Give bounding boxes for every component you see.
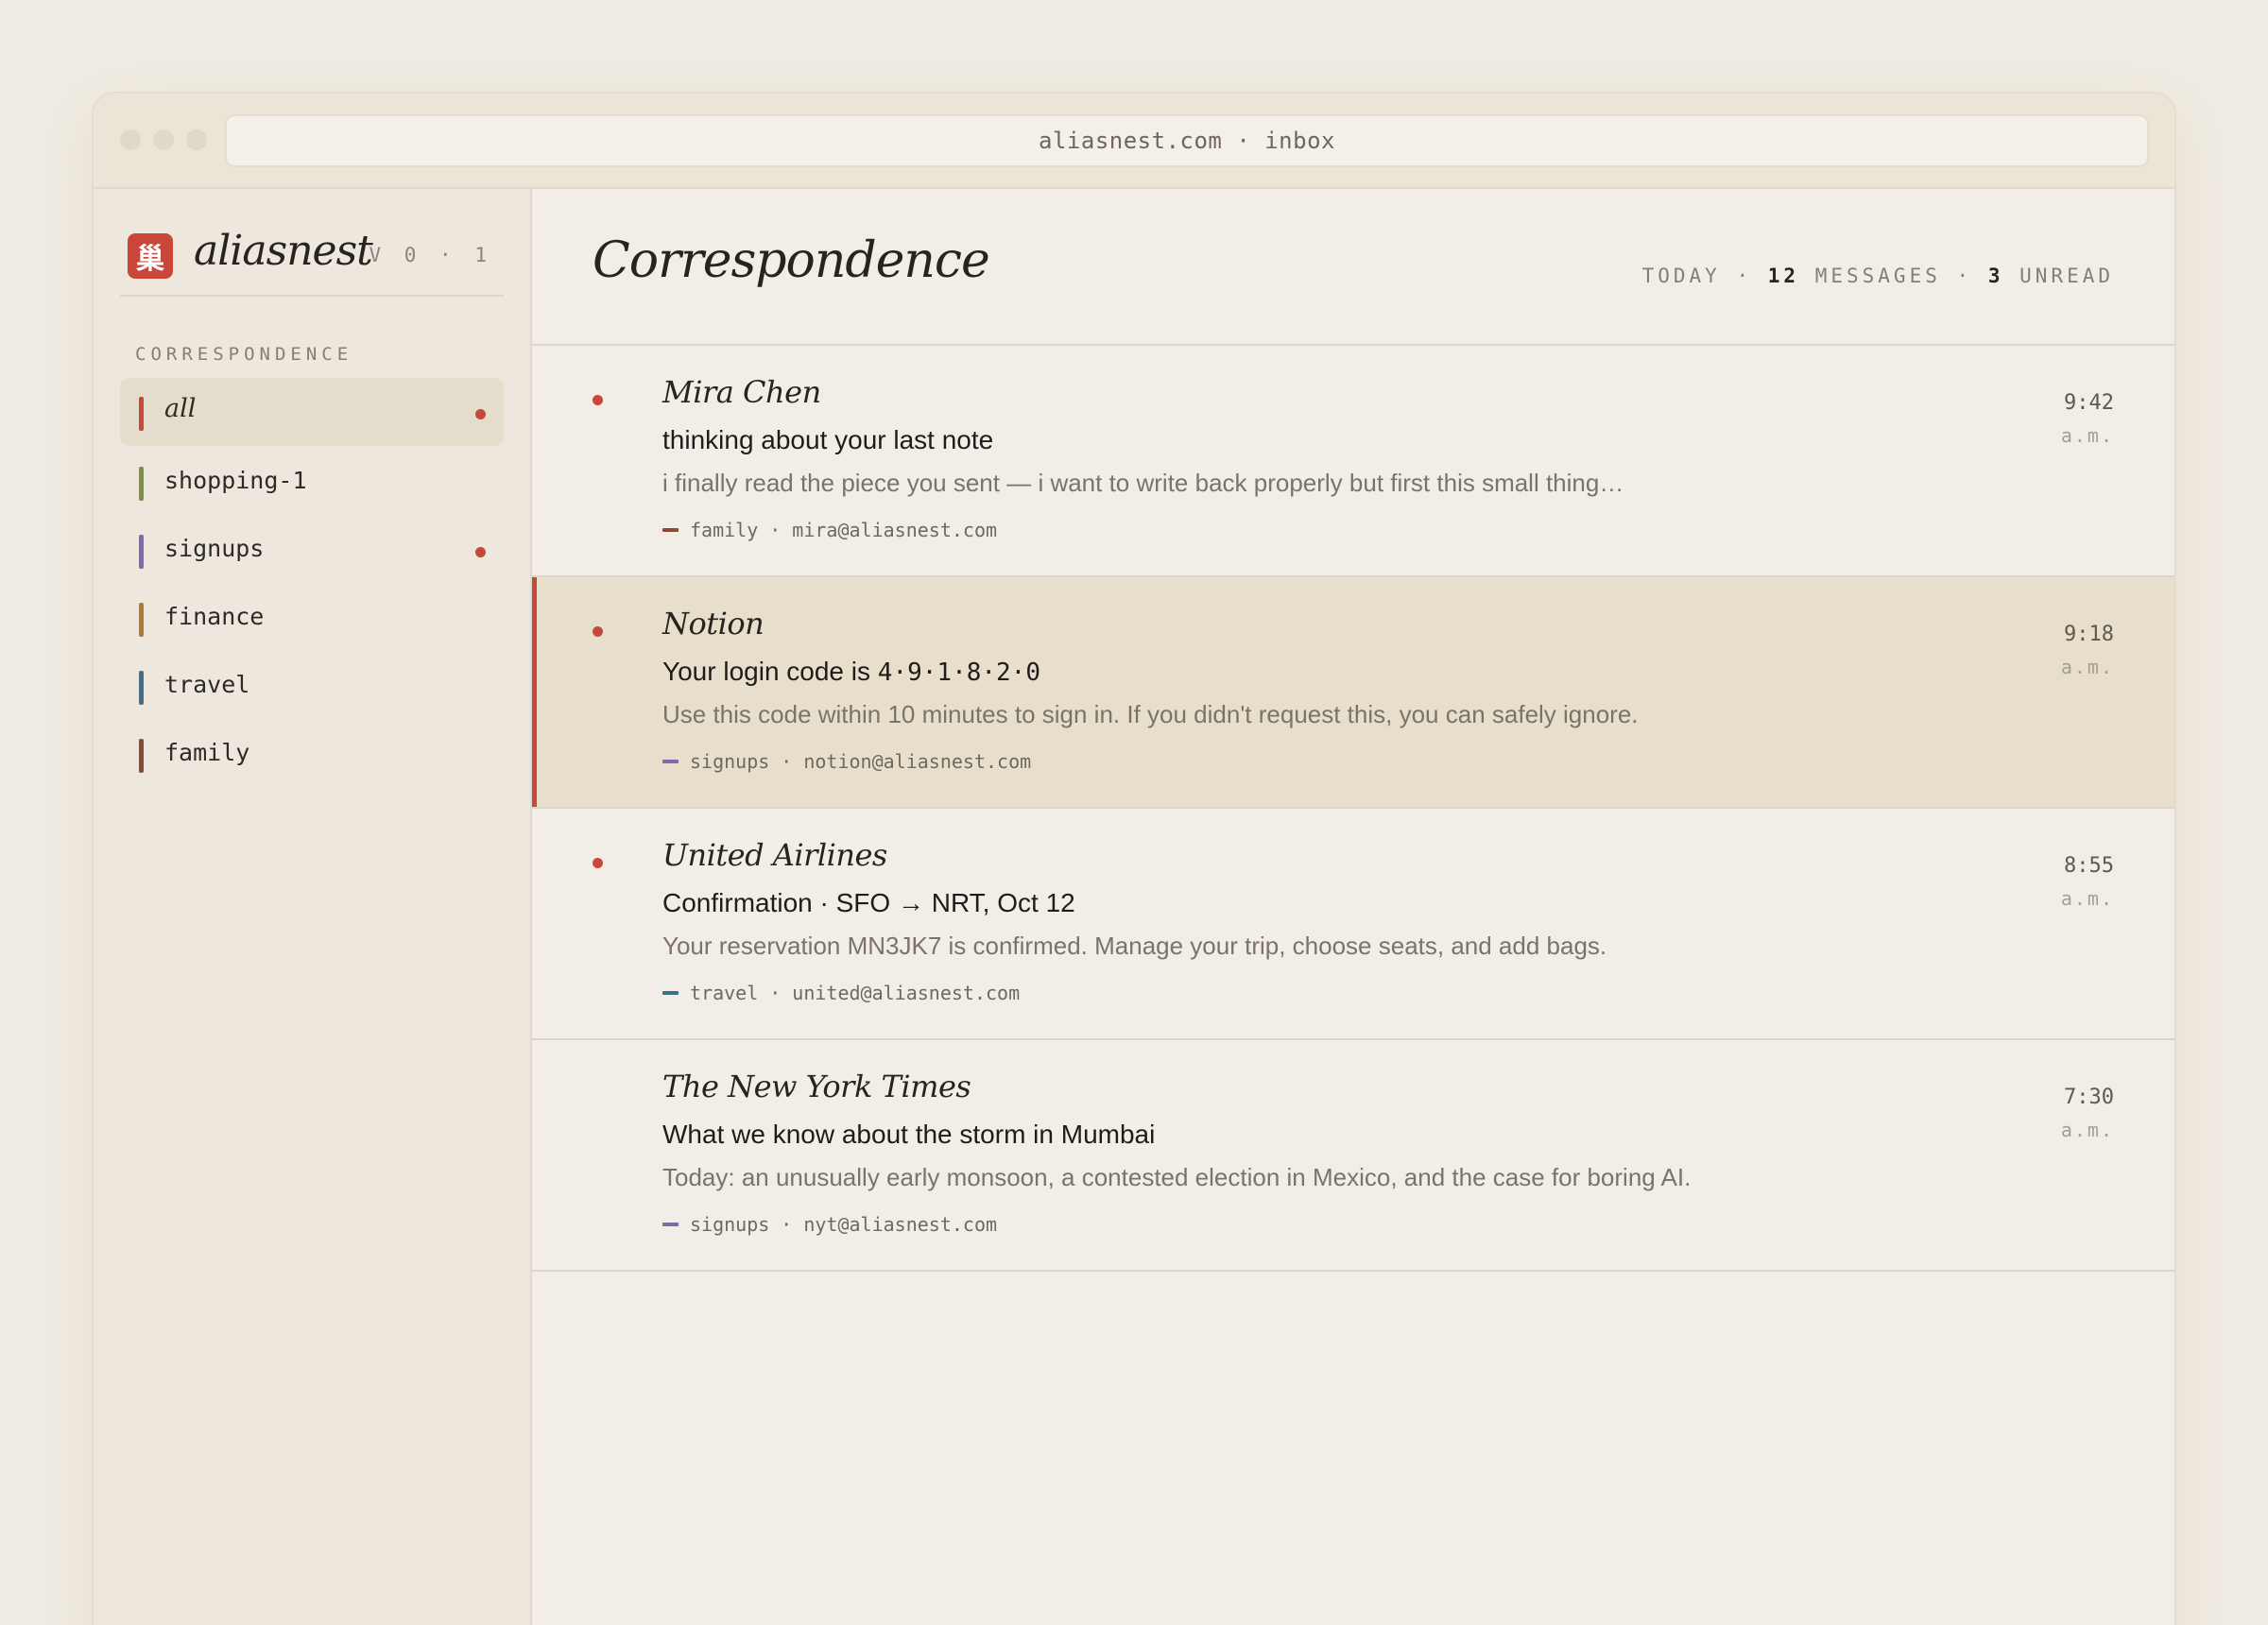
version-label: V 0 · 1 [369, 244, 492, 266]
login-code: 4·9·1·8·2·0 [877, 659, 1040, 687]
message-preview: Use this code within 10 minutes to sign … [662, 700, 1639, 728]
unread-dot-icon [593, 395, 603, 405]
alias-color-marker [139, 535, 144, 569]
message-time-value: 9:42 [2064, 391, 2114, 415]
sidebar-item-finance[interactable]: finance [120, 584, 504, 652]
message-row[interactable]: The New York Times What we know about the… [532, 1040, 2174, 1272]
sidebar-item-label: signups [164, 535, 265, 562]
meta-separator: · [769, 982, 782, 1004]
message-row[interactable]: Mira Chen thinking about your last note i … [532, 346, 2174, 577]
title-bar: aliasnest.com · inbox [94, 94, 2174, 189]
meta-separator: · [781, 750, 793, 773]
message-alias-tag: signups [690, 1213, 770, 1236]
sidebar-item-label: finance [164, 603, 265, 630]
message-alias-address: mira@aliasnest.com [792, 519, 998, 541]
brand-logo-icon: 巢 [128, 233, 173, 279]
alias-color-marker [662, 1223, 679, 1226]
message-time-ampm: a.m. [2060, 1119, 2114, 1141]
message-row[interactable]: United Airlines Confirmation · SFO → NRT,… [532, 809, 2174, 1040]
sidebar-item-shopping-1[interactable]: shopping-1 [120, 448, 504, 516]
messages-count: 12 [1767, 265, 1800, 287]
message-alias-tag: travel [690, 982, 759, 1004]
message-meta: signups · nyt@aliasnest.com [662, 1213, 997, 1236]
message-sender: Notion [662, 606, 765, 641]
alias-color-marker [139, 603, 144, 637]
meta-separator: · [781, 1213, 793, 1236]
messages-label: MESSAGES [1814, 265, 1941, 287]
message-pane-header: Correspondence TODAY · 12 MESSAGES · 3 U… [532, 189, 2174, 346]
message-time: 9:42 a.m. [2061, 387, 2114, 452]
message-time-ampm: a.m. [2060, 887, 2114, 910]
unread-label: UNREAD [2019, 265, 2114, 287]
alias-color-marker [139, 467, 144, 501]
message-subject: What we know about the storm in Mumbai [662, 1120, 1155, 1150]
message-meta: travel · united@aliasnest.com [662, 982, 1020, 1004]
message-preview: i finally read the piece you sent — i wa… [662, 469, 1624, 497]
message-alias-tag: signups [690, 750, 770, 773]
message-subject-text: What we know about the storm in Mumbai [662, 1120, 1156, 1149]
brand: 巢 aliasnest V 0 · 1 [120, 227, 504, 297]
page-title: Correspondence [593, 232, 990, 289]
message-pane: Correspondence TODAY · 12 MESSAGES · 3 U… [532, 189, 2174, 1625]
message-time-ampm: a.m. [2060, 424, 2114, 447]
message-time: 8:55 a.m. [2061, 850, 2114, 915]
message-subject-text: Your login code is [662, 657, 878, 686]
message-meta: signups · notion@aliasnest.com [662, 750, 1031, 773]
alias-color-marker [662, 760, 679, 763]
message-subject: thinking about your last note [662, 425, 993, 455]
meta-separator: · [769, 519, 782, 541]
unread-count: 3 [1987, 265, 2004, 287]
inbox-stats: TODAY · 12 MESSAGES · 3 UNREAD [1641, 265, 2114, 287]
message-time-value: 9:18 [2064, 623, 2114, 646]
message-subject: Confirmation · SFO → NRT, Oct 12 [662, 888, 1075, 918]
sidebar-item-label: shopping-1 [164, 467, 307, 494]
unread-dot-icon [593, 858, 603, 868]
sidebar-item-signups[interactable]: signups [120, 516, 504, 584]
sidebar-item-family[interactable]: family [120, 720, 504, 788]
message-subject: Your login code is 4·9·1·8·2·0 [662, 657, 1040, 687]
unread-dot-icon [593, 626, 603, 637]
alias-color-marker [662, 528, 679, 532]
message-alias-tag: family [690, 519, 759, 541]
unread-dot-icon [475, 409, 486, 419]
window-maximize-dot[interactable] [186, 129, 207, 150]
window-minimize-dot[interactable] [153, 129, 174, 150]
alias-color-marker [139, 739, 144, 773]
message-time-ampm: a.m. [2060, 656, 2114, 678]
address-bar[interactable]: aliasnest.com · inbox [225, 114, 2149, 167]
message-subject-text: Confirmation · SFO → NRT, Oct 12 [662, 888, 1075, 917]
message-alias-address: nyt@aliasnest.com [803, 1213, 998, 1236]
message-time: 9:18 a.m. [2061, 619, 2114, 683]
message-sender: Mira Chen [662, 374, 821, 410]
alias-color-marker [139, 397, 144, 431]
alias-color-marker [139, 671, 144, 705]
message-row[interactable]: Notion Your login code is 4·9·1·8·2·0 Use … [532, 577, 2174, 809]
message-sender: United Airlines [662, 837, 887, 873]
message-meta: family · mira@aliasnest.com [662, 519, 997, 541]
unread-dot-icon [475, 547, 486, 557]
sidebar-section-label: CORRESPONDENCE [135, 344, 353, 365]
message-time: 7:30 a.m. [2061, 1082, 2114, 1146]
sidebar-item-all[interactable]: all [120, 378, 504, 446]
sidebar-item-label: family [164, 739, 250, 766]
message-subject-text: thinking about your last note [662, 425, 994, 454]
alias-color-marker [662, 991, 679, 995]
browser-window: aliasnest.com · inbox 巢 aliasnest V 0 · … [92, 92, 2176, 1625]
message-time-value: 7:30 [2064, 1086, 2114, 1109]
brand-name: aliasnest [194, 227, 373, 275]
sidebar-item-travel[interactable]: travel [120, 652, 504, 720]
message-preview: Your reservation MN3JK7 is confirmed. Ma… [662, 932, 1607, 960]
sidebar-item-label: all [164, 394, 197, 423]
sidebar-item-label: travel [164, 671, 250, 698]
window-close-dot[interactable] [120, 129, 141, 150]
message-time-value: 8:55 [2064, 854, 2114, 878]
message-alias-address: notion@aliasnest.com [803, 750, 1032, 773]
stats-prefix: TODAY [1641, 265, 1721, 287]
message-alias-address: united@aliasnest.com [792, 982, 1021, 1004]
sidebar: 巢 aliasnest V 0 · 1 CORRESPONDENCE all sh… [94, 189, 532, 1625]
message-sender: The New York Times [662, 1069, 971, 1104]
message-preview: Today: an unusually early monsoon, a con… [662, 1163, 1692, 1191]
